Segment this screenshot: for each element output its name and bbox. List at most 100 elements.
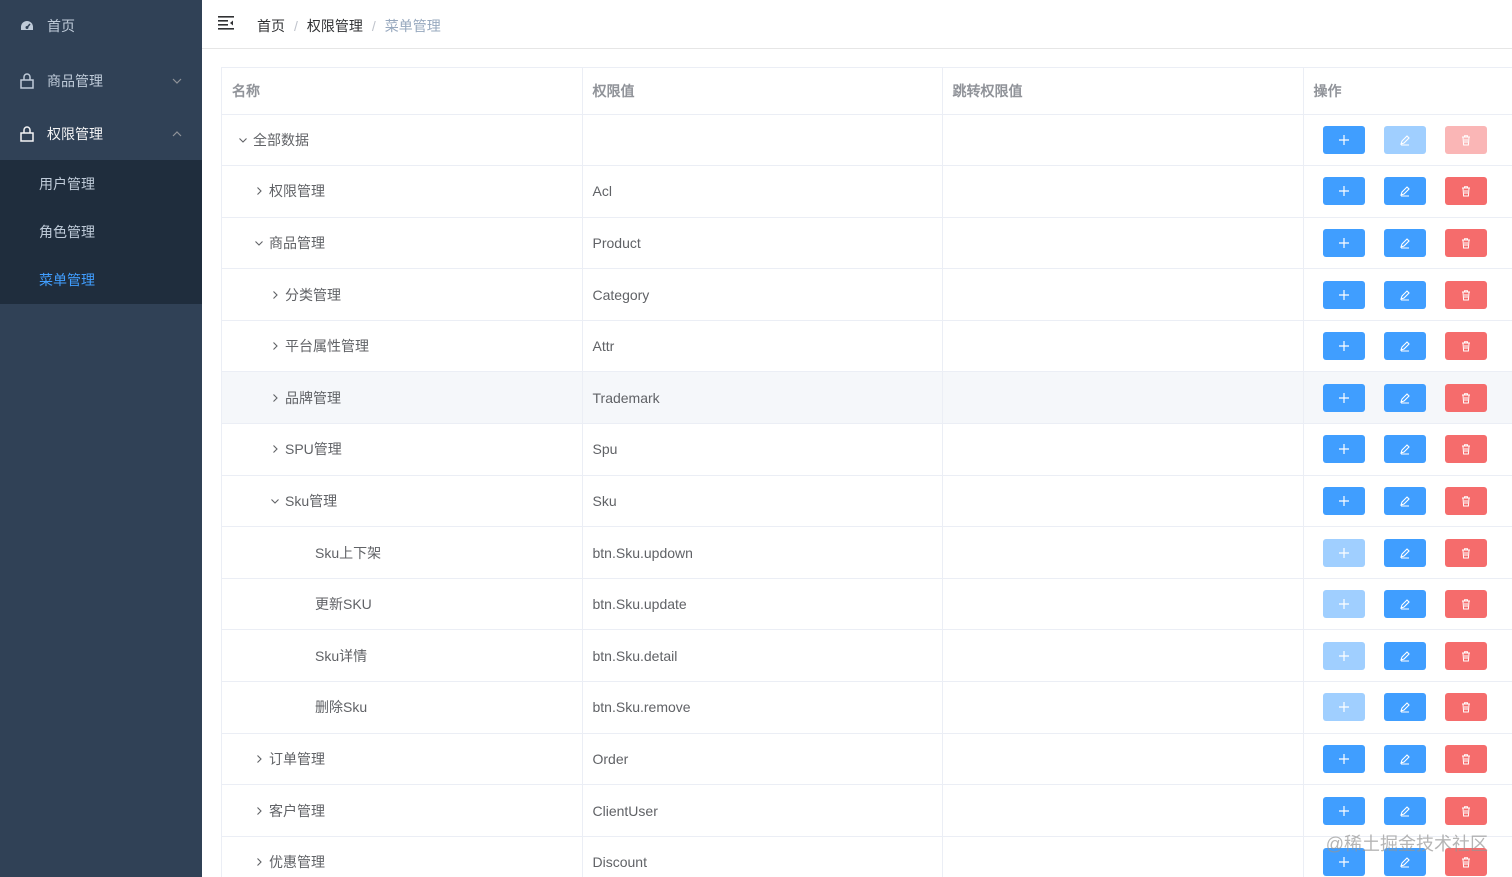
delete-button[interactable] <box>1444 125 1487 154</box>
breadcrumb-home[interactable]: 首页 <box>257 16 285 36</box>
table-row[interactable]: 权限管理 Acl <box>222 165 1512 218</box>
cell-tocode <box>942 629 1304 683</box>
delete-button[interactable] <box>1444 693 1487 722</box>
sidebar-item-label: 菜单管理 <box>39 272 95 288</box>
edit-button[interactable] <box>1383 486 1426 515</box>
delete-button[interactable] <box>1444 332 1487 361</box>
delete-button[interactable] <box>1444 177 1487 206</box>
table-row[interactable]: 商品管理 Product <box>222 217 1512 270</box>
tree-expand-toggle[interactable] <box>268 339 282 353</box>
cell-tocode <box>942 217 1304 270</box>
delete-button[interactable] <box>1444 796 1487 825</box>
chevron-right-icon <box>257 806 262 815</box>
delete-icon <box>1461 547 1470 559</box>
edit-button[interactable] <box>1383 693 1426 722</box>
node-name: 客户管理 <box>269 802 325 819</box>
sidebar-item-product[interactable]: 商品管理 <box>0 55 202 107</box>
table-row[interactable]: SPU管理 Spu <box>222 423 1512 476</box>
breadcrumb-acl[interactable]: 权限管理 <box>307 16 363 36</box>
plus-icon <box>1338 289 1349 300</box>
add-child-button[interactable] <box>1322 280 1365 309</box>
edit-button[interactable] <box>1383 538 1426 567</box>
sidebar-item-acl[interactable]: 权限管理 <box>0 108 202 160</box>
sidebar-item-home[interactable]: 首页 <box>0 0 202 52</box>
cell-tocode <box>942 578 1304 631</box>
hamburger-icon[interactable] <box>218 15 234 31</box>
cell-actions <box>1303 578 1512 631</box>
cell-actions <box>1303 629 1512 683</box>
tree-collapse-toggle[interactable] <box>268 494 282 508</box>
table-row[interactable]: Sku管理 Sku <box>222 475 1512 528</box>
edit-button[interactable] <box>1383 641 1426 670</box>
edit-button[interactable] <box>1383 280 1426 309</box>
edit-button[interactable] <box>1383 796 1426 825</box>
add-child-button[interactable] <box>1322 486 1365 515</box>
tree-expand-toggle[interactable] <box>252 184 266 198</box>
table-row[interactable]: 全部数据 <box>222 114 1512 167</box>
add-child-button[interactable] <box>1322 332 1365 361</box>
node-name: Sku管理 <box>285 492 338 509</box>
add-child-button[interactable] <box>1322 435 1365 464</box>
delete-icon <box>1461 444 1470 455</box>
table-row[interactable]: 平台属性管理 Attr <box>222 320 1512 373</box>
table-row[interactable]: 订单管理 Order <box>222 733 1512 786</box>
tree-expand-toggle[interactable] <box>252 804 266 818</box>
chevron-right-icon <box>257 187 262 196</box>
node-name: 平台属性管理 <box>285 338 369 355</box>
tree-expand-toggle[interactable] <box>252 752 266 766</box>
add-child-button[interactable] <box>1322 693 1365 722</box>
delete-icon <box>1461 754 1470 765</box>
sidebar-item-menu-manage[interactable]: 菜单管理 <box>0 256 202 304</box>
edit-button[interactable] <box>1383 332 1426 361</box>
table-row[interactable]: 更新SKU btn.Sku.update <box>222 578 1512 631</box>
delete-button[interactable] <box>1444 280 1487 309</box>
table-row[interactable]: 删除Sku btn.Sku.remove <box>222 681 1512 734</box>
tree-expand-toggle[interactable] <box>268 288 282 302</box>
table-row[interactable]: 优惠管理 Discount <box>222 836 1512 877</box>
delete-button[interactable] <box>1444 486 1487 515</box>
cell-name: 客户管理 <box>222 784 583 837</box>
delete-button[interactable] <box>1444 435 1487 464</box>
add-child-button[interactable] <box>1322 848 1365 877</box>
delete-button[interactable] <box>1444 228 1487 257</box>
add-child-button[interactable] <box>1322 538 1365 567</box>
edit-button[interactable] <box>1383 383 1426 412</box>
tree-expand-toggle[interactable] <box>268 442 282 456</box>
sidebar-item-user-manage[interactable]: 用户管理 <box>0 160 202 208</box>
tree-expand-toggle[interactable] <box>252 855 266 869</box>
edit-button[interactable] <box>1383 744 1426 773</box>
add-child-button[interactable] <box>1322 796 1365 825</box>
delete-button[interactable] <box>1444 641 1487 670</box>
add-child-button[interactable] <box>1322 177 1365 206</box>
edit-button[interactable] <box>1383 228 1426 257</box>
tree-collapse-toggle[interactable] <box>236 133 250 147</box>
table-row[interactable]: Sku详情 btn.Sku.detail <box>222 629 1512 683</box>
delete-button[interactable] <box>1444 538 1487 567</box>
sidebar-item-role-manage[interactable]: 角色管理 <box>0 208 202 256</box>
cell-code: btn.Sku.remove <box>582 681 943 734</box>
add-child-button[interactable] <box>1322 228 1365 257</box>
delete-button[interactable] <box>1444 383 1487 412</box>
add-child-button[interactable] <box>1322 744 1365 773</box>
node-name: Sku详情 <box>315 647 368 664</box>
delete-button[interactable] <box>1444 590 1487 619</box>
tree-expand-toggle[interactable] <box>268 391 282 405</box>
delete-button[interactable] <box>1444 848 1487 877</box>
top-navbar: 首页 / 权限管理 / 菜单管理 <box>202 0 1512 49</box>
table-row[interactable]: Sku上下架 btn.Sku.updown <box>222 526 1512 579</box>
table-row[interactable]: 客户管理 ClientUser <box>222 784 1512 837</box>
edit-button[interactable] <box>1383 177 1426 206</box>
edit-button[interactable] <box>1383 848 1426 877</box>
add-child-button[interactable] <box>1322 641 1365 670</box>
edit-button[interactable] <box>1383 590 1426 619</box>
add-child-button[interactable] <box>1322 125 1365 154</box>
table-row[interactable]: 分类管理 Category <box>222 268 1512 321</box>
edit-button[interactable] <box>1383 125 1426 154</box>
column-header-code: 权限值 <box>582 68 943 115</box>
edit-button[interactable] <box>1383 435 1426 464</box>
delete-button[interactable] <box>1444 744 1487 773</box>
add-child-button[interactable] <box>1322 383 1365 412</box>
add-child-button[interactable] <box>1322 590 1365 619</box>
tree-collapse-toggle[interactable] <box>252 236 266 250</box>
table-row[interactable]: 品牌管理 Trademark <box>222 371 1512 425</box>
